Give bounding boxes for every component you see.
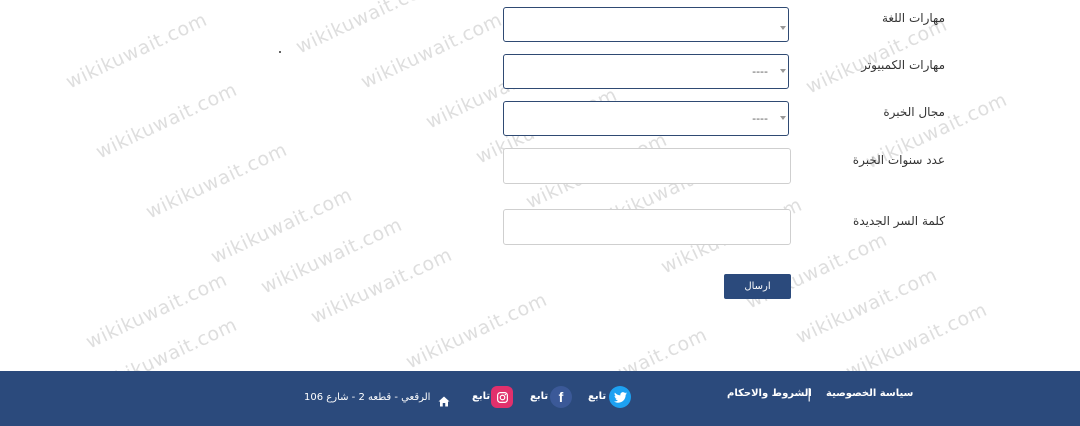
experience-field-select[interactable]: ---- <box>503 101 789 136</box>
computer-skills-value: ---- <box>752 65 768 78</box>
watermark-text: wikikuwait.com <box>207 183 356 269</box>
watermark-text: wikikuwait.com <box>82 268 231 354</box>
experience-years-label: عدد سنوات الخبرة <box>852 153 945 167</box>
facebook-f-glyph: f <box>558 389 564 405</box>
watermark-text: wikikuwait.com <box>802 13 951 99</box>
language-skills-label: مهارات اللغة <box>881 11 945 25</box>
footer: سياسة الخصوصية | الشروط والاحكام تابع f … <box>0 371 1080 426</box>
address-text: الرقعي - قطعه 2 - شارع 106 <box>304 392 431 403</box>
instagram-icon[interactable] <box>491 386 513 408</box>
watermark-text: wikikuwait.com <box>62 8 211 94</box>
facebook-icon[interactable]: f <box>550 386 572 408</box>
watermark-text: wikikuwait.com <box>92 78 241 164</box>
caret-down-icon <box>780 69 786 73</box>
caret-down-icon <box>780 26 786 30</box>
watermark-text: wikikuwait.com <box>142 138 291 224</box>
watermark-text: wikikuwait.com <box>257 213 406 299</box>
experience-field-value: ---- <box>752 112 768 125</box>
privacy-policy-link[interactable]: سياسة الخصوصية <box>826 388 913 399</box>
terms-link[interactable]: الشروط والاحكام <box>727 388 812 399</box>
watermark-text: wikikuwait.com <box>792 263 941 349</box>
computer-skills-label: مهارات الكمبيوتر <box>861 58 945 72</box>
experience-years-input[interactable] <box>503 148 791 184</box>
watermark-text: wikikuwait.com <box>292 0 441 59</box>
facebook-follow-label[interactable]: تابع <box>530 391 548 402</box>
instagram-follow-label[interactable]: تابع <box>472 391 490 402</box>
watermark-text: wikikuwait.com <box>357 8 506 94</box>
instagram-camera-glyph <box>496 391 508 403</box>
twitter-icon[interactable] <box>609 386 631 408</box>
watermark-text: wikikuwait.com <box>307 243 456 329</box>
new-password-label: كلمة السر الجديدة <box>853 214 945 228</box>
submit-button[interactable]: ارسال <box>724 274 791 299</box>
computer-skills-select[interactable]: ---- <box>503 54 789 89</box>
twitter-bird-glyph <box>613 391 627 403</box>
experience-field-label: مجال الخبرة <box>883 105 945 119</box>
new-password-input[interactable] <box>503 209 791 245</box>
stray-dot <box>279 51 281 53</box>
watermark-text: wikikuwait.com <box>402 288 551 374</box>
caret-down-icon <box>780 116 786 120</box>
language-skills-select[interactable] <box>503 7 789 42</box>
home-icon <box>438 392 450 411</box>
house-glyph <box>438 396 450 407</box>
twitter-follow-label[interactable]: تابع <box>588 391 606 402</box>
